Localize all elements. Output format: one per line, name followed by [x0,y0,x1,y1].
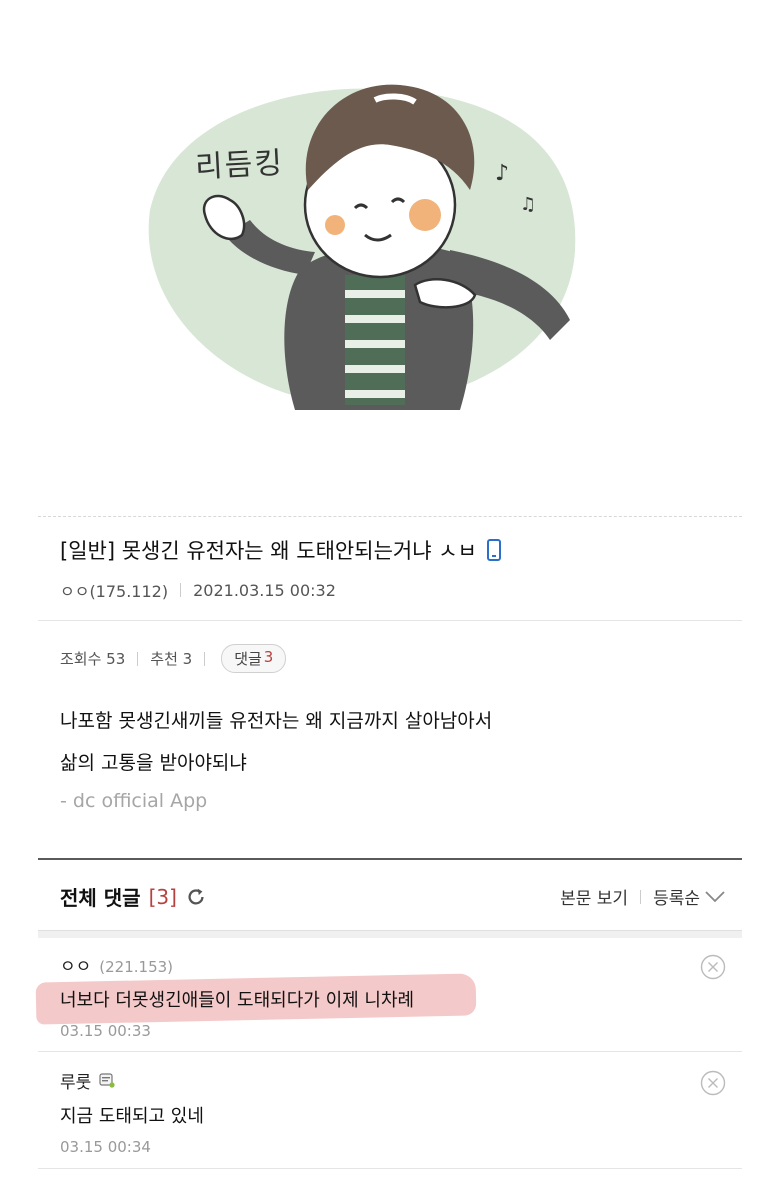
delete-comment-icon[interactable] [700,954,726,980]
divider [180,583,182,597]
comment-item: ㅇㅇ (221.153) 너보다 더못생긴애들이 도태되다가 이제 니차례 03… [38,952,742,1046]
svg-text:♪: ♪ [495,161,509,186]
divider [38,858,742,860]
divider [204,651,206,666]
reply-count-button[interactable]: 댓글 3 [221,644,287,673]
comment-author[interactable]: 루룻 [60,1068,91,1093]
comment-item: 루룻 지금 도태되고 있네 03.15 00:34 [38,1068,742,1162]
divider [640,889,642,904]
mobile-icon [486,539,501,561]
comment-author-row: 루룻 [60,1068,115,1093]
post-datetime: 2021.03.15 00:32 [193,580,336,600]
divider [38,620,742,621]
chevron-down-icon[interactable] [704,890,726,904]
comment-date: 03.15 00:34 [60,1138,151,1156]
sticker-image: ♪ ♫ 리듬킹 [130,40,600,440]
comments-header: 전체 댓글 [3] [60,882,207,911]
fixed-nick-badge-icon [99,1073,115,1088]
divider [38,1168,742,1169]
reply-label: 댓글 [234,650,262,668]
comment-text: 너보다 더못생긴애들이 도태되다가 이제 니차례 [60,990,415,1011]
sort-select[interactable]: 등록순 [653,884,700,909]
comment-date: 03.15 00:33 [60,1022,151,1040]
post-body-line: 나포함 못생긴새끼들 유전자는 왜 지금까지 살아남아서 [60,710,493,732]
comment-author-row: ㅇㅇ (221.153) [60,952,173,977]
app-signature: - dc official App [60,790,208,812]
recommend-count: 추천 3 [150,650,193,668]
post-meta: ㅇㅇ(175.112) 2021.03.15 00:32 [60,578,336,602]
post-body-line: 삶의 고통을 받아야되냐 [60,752,247,774]
divider [38,930,742,938]
divider [137,651,139,666]
comments-count: [3] [148,884,177,909]
svg-text:♫: ♫ [520,194,536,215]
dancing-boy-sticker-icon: ♪ ♫ [148,84,576,410]
post-author[interactable]: ㅇㅇ(175.112) [60,578,168,602]
divider [38,516,742,517]
comments-title: 전체 댓글 [60,886,141,910]
sticker-caption: 리듬킹 [194,145,285,186]
comment-tools: 본문 보기 등록순 [560,884,726,909]
refresh-icon[interactable] [185,886,207,908]
comment-ip: (221.153) [99,958,174,976]
delete-comment-icon[interactable] [700,1070,726,1096]
reply-count: 3 [263,648,274,666]
views-count: 조회수 53 [60,650,126,668]
view-post-button[interactable]: 본문 보기 [560,884,628,909]
post-title: [일반] 못생긴 유전자는 왜 도태안되는거냐 ㅅㅂ [60,535,501,565]
comment-text: 지금 도태되고 있네 [60,1106,204,1127]
post-title-text: [일반] 못생긴 유전자는 왜 도태안되는거냐 ㅅㅂ [60,539,477,563]
divider [38,1051,742,1052]
post-stats: 조회수 53 추천 3 댓글 3 [60,644,287,673]
comment-author[interactable]: ㅇㅇ [60,952,91,977]
post-body: 나포함 못생긴새끼들 유전자는 왜 지금까지 살아남아서 삶의 고통을 받아야되… [60,700,492,784]
